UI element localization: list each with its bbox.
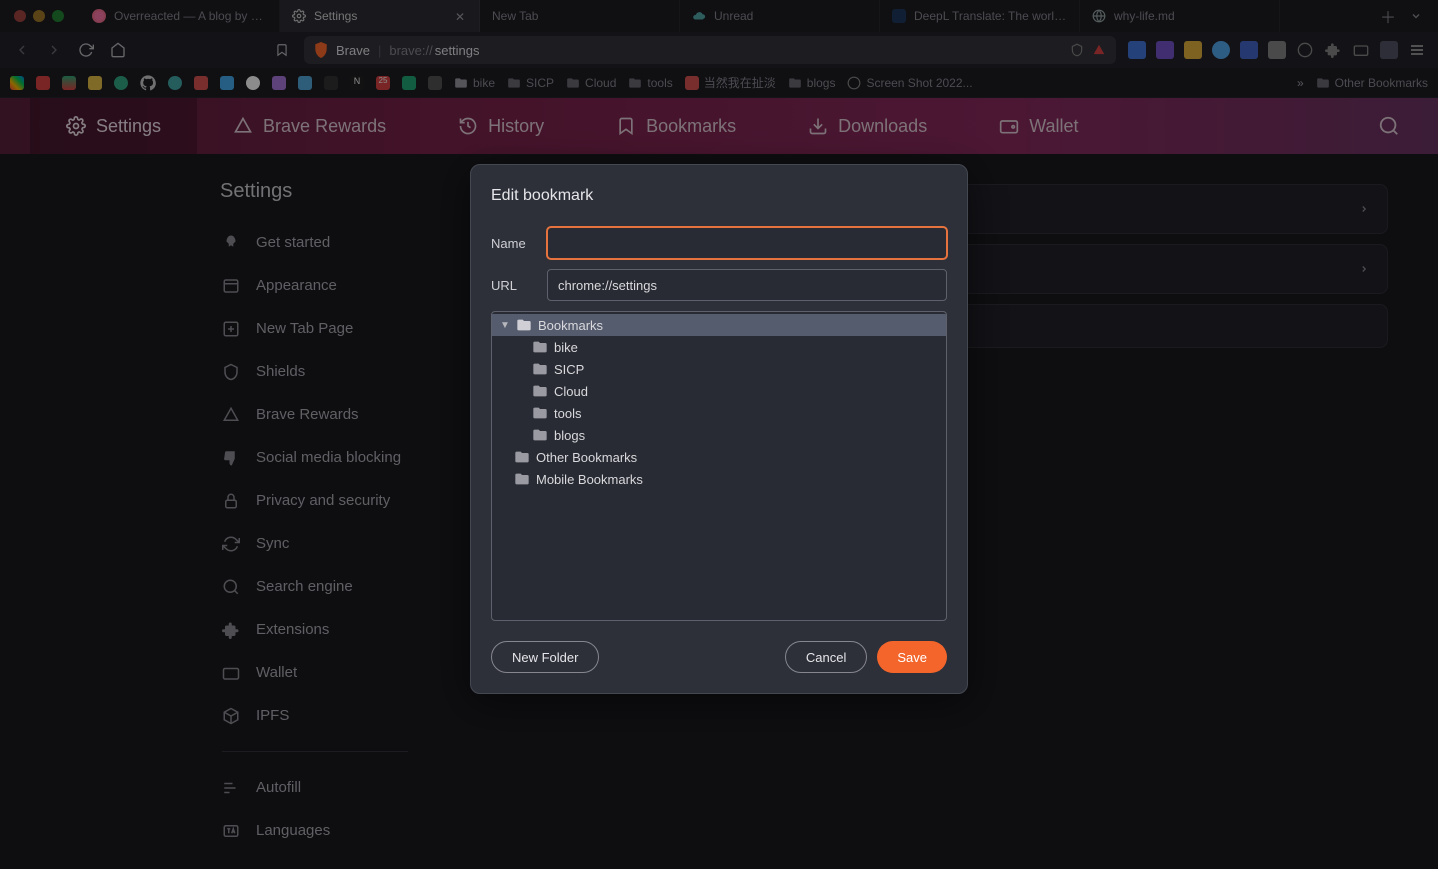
url-label: URL bbox=[491, 278, 531, 293]
tree-label: tools bbox=[554, 406, 581, 421]
tree-folder-other[interactable]: Other Bookmarks bbox=[492, 446, 946, 468]
modal-overlay: Edit bookmark Name URL ▼ Bookmarks bike … bbox=[0, 0, 1438, 869]
save-button[interactable]: Save bbox=[877, 641, 947, 673]
tree-folder-bookmarks[interactable]: ▼ Bookmarks bbox=[492, 314, 946, 336]
tree-folder[interactable]: bike bbox=[492, 336, 946, 358]
chevron-down-icon[interactable]: ▼ bbox=[500, 320, 510, 331]
dialog-title: Edit bookmark bbox=[491, 187, 947, 205]
tree-folder[interactable]: SICP bbox=[492, 358, 946, 380]
folder-tree[interactable]: ▼ Bookmarks bike SICP Cloud tools blogs … bbox=[491, 311, 947, 621]
tree-folder[interactable]: tools bbox=[492, 402, 946, 424]
name-label: Name bbox=[491, 236, 531, 251]
tree-label: Other Bookmarks bbox=[536, 450, 637, 465]
tree-label: Cloud bbox=[554, 384, 588, 399]
new-folder-button[interactable]: New Folder bbox=[491, 641, 599, 673]
tree-folder-mobile[interactable]: Mobile Bookmarks bbox=[492, 468, 946, 490]
tree-label: bike bbox=[554, 340, 578, 355]
tree-label: blogs bbox=[554, 428, 585, 443]
tree-folder[interactable]: blogs bbox=[492, 424, 946, 446]
cancel-button[interactable]: Cancel bbox=[785, 641, 867, 673]
tree-label: Bookmarks bbox=[538, 318, 603, 333]
bookmark-url-input[interactable] bbox=[547, 269, 947, 301]
edit-bookmark-dialog: Edit bookmark Name URL ▼ Bookmarks bike … bbox=[470, 164, 968, 694]
tree-label: Mobile Bookmarks bbox=[536, 472, 643, 487]
tree-label: SICP bbox=[554, 362, 584, 377]
tree-folder[interactable]: Cloud bbox=[492, 380, 946, 402]
bookmark-name-input[interactable] bbox=[547, 227, 947, 259]
